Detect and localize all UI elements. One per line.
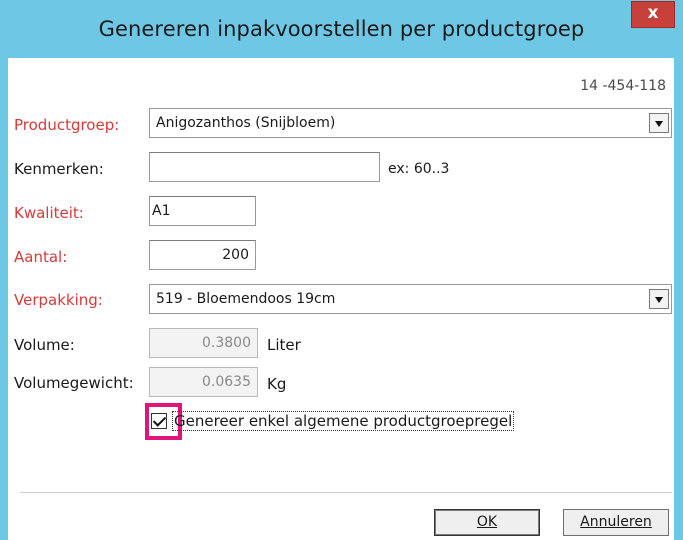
algemene-productgroepregel-label[interactable]: Genereer enkel algemene productgroeprege…: [172, 411, 515, 431]
separator: [20, 492, 672, 494]
ok-button-label: OK: [476, 514, 498, 530]
productgroep-value: Anigozanthos (Snijbloem): [156, 115, 336, 131]
verpakking-select[interactable]: 519 - Bloemendoos 19cm: [149, 284, 672, 314]
window-title: Genereren inpakvoorstellen per productgr…: [98, 17, 585, 41]
volume-field: 0.3800: [149, 328, 258, 358]
volume-unit: Liter: [267, 336, 301, 354]
chevron-down-icon[interactable]: [649, 289, 669, 309]
volumegewicht-unit: Kg: [267, 375, 287, 393]
verpakking-label: Verpakking:: [14, 291, 103, 309]
reference-code: 14 -454-118: [580, 78, 666, 94]
kenmerken-input[interactable]: [149, 152, 380, 182]
verpakking-value: 519 - Bloemendoos 19cm: [156, 291, 336, 307]
title-bar[interactable]: Genereren inpakvoorstellen per productgr…: [0, 0, 683, 58]
close-button[interactable]: x: [631, 1, 675, 28]
close-icon: x: [647, 3, 659, 23]
productgroep-select[interactable]: Anigozanthos (Snijbloem): [149, 108, 672, 138]
kenmerken-hint: ex: 60..3: [388, 161, 450, 177]
aantal-label: Aantal:: [14, 248, 68, 266]
productgroep-label: Productgroep:: [14, 116, 120, 134]
volumegewicht-field: 0.0635: [149, 367, 258, 397]
aantal-input[interactable]: 200: [149, 240, 256, 270]
algemene-productgroepregel-checkbox[interactable]: [151, 413, 167, 429]
kenmerken-label: Kenmerken:: [14, 160, 104, 178]
volume-label: Volume:: [14, 336, 75, 354]
cancel-button[interactable]: Annuleren: [563, 509, 669, 536]
dialog-window: Genereren inpakvoorstellen per productgr…: [0, 0, 683, 540]
kwaliteit-input[interactable]: A1: [149, 196, 256, 226]
volumegewicht-label: Volumegewicht:: [14, 374, 134, 392]
kwaliteit-label: Kwaliteit:: [14, 204, 84, 222]
dialog-content: 14 -454-118 Productgroep: Anigozanthos (…: [8, 58, 674, 540]
chevron-down-icon[interactable]: [649, 113, 669, 133]
cancel-button-label: Annuleren: [580, 514, 652, 530]
ok-button[interactable]: OK: [434, 509, 540, 536]
